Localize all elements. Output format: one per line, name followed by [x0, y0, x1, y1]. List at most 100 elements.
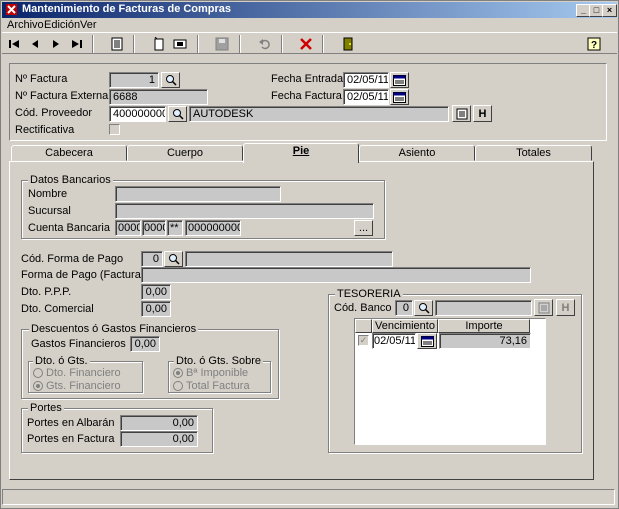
- dto-gts-title: Dto. ó Gts.: [33, 355, 90, 367]
- title-bar[interactable]: Mantenimiento de Facturas de Compras _ □…: [2, 2, 617, 18]
- gts-financiero-radio[interactable]: [33, 381, 43, 391]
- table-row[interactable]: ✓ 02/05/11 73,16: [355, 333, 545, 349]
- list-icon: [538, 302, 549, 313]
- menu-edicion[interactable]: Edición: [44, 19, 80, 31]
- vencimiento-column-header[interactable]: Vencimiento: [372, 319, 438, 333]
- n-factura-field[interactable]: 1: [109, 72, 159, 88]
- fecha-entrada-field[interactable]: 02/05/11: [343, 72, 389, 88]
- n-factura-externa-field[interactable]: 6688: [109, 89, 208, 105]
- menu-ver[interactable]: Ver: [80, 19, 97, 31]
- cuenta-more-button[interactable]: ...: [354, 220, 373, 236]
- rectificativa-label: Rectificativa: [15, 124, 75, 136]
- total-factura-radio[interactable]: [173, 381, 183, 391]
- datos-bancarios-title: Datos Bancarios: [28, 174, 113, 186]
- delete-icon[interactable]: [296, 35, 315, 53]
- nombre-field[interactable]: [115, 186, 281, 202]
- n-factura-search-button[interactable]: [161, 72, 180, 88]
- banco-search-button[interactable]: [414, 300, 433, 316]
- previous-record-icon[interactable]: [25, 35, 44, 53]
- list-icon: [456, 108, 467, 119]
- app-icon: [6, 4, 17, 15]
- window-title: Mantenimiento de Facturas de Compras: [22, 3, 232, 15]
- cod-forma-pago-label: Cód. Forma de Pago: [21, 253, 124, 265]
- importe-column-header[interactable]: Importe: [438, 319, 530, 333]
- portes-albaran-field[interactable]: 0,00: [120, 415, 198, 431]
- cod-banco-field[interactable]: 0: [395, 300, 413, 316]
- menu-bar: Archivo Edición Ver: [2, 18, 617, 32]
- portes-factura-label: Portes en Factura: [27, 433, 115, 445]
- cod-proveedor-field[interactable]: 4000000002: [109, 106, 166, 122]
- portes-factura-field[interactable]: 0,00: [120, 431, 198, 447]
- fecha-entrada-label: Fecha Entrada: [271, 73, 344, 85]
- cuenta-oficina-field[interactable]: 0000: [142, 220, 166, 236]
- tab-cabecera[interactable]: Cabecera: [11, 145, 127, 161]
- cod-forma-pago-field[interactable]: 0: [141, 251, 163, 267]
- sucursal-field[interactable]: [115, 203, 374, 219]
- calendar-icon: [393, 74, 406, 86]
- gts-financiero-label: Gts. Financiero: [46, 380, 121, 392]
- new-record-icon[interactable]: [149, 35, 168, 53]
- cod-banco-label: Cód. Banco: [334, 302, 392, 314]
- tesoreria-title: TESORERIA: [335, 288, 403, 300]
- banco-list-button[interactable]: [534, 299, 553, 316]
- fecha-factura-label: Fecha Factura: [271, 90, 342, 102]
- dto-financiero-radio[interactable]: [33, 368, 43, 378]
- tab-totales[interactable]: Totales: [475, 145, 592, 161]
- forma-pago-factura-label: Forma de Pago (Factura): [21, 269, 145, 281]
- portes-title: Portes: [28, 402, 64, 414]
- exit-door-icon[interactable]: [338, 35, 357, 53]
- fecha-factura-calendar-button[interactable]: [390, 89, 409, 105]
- cuenta-numero-field[interactable]: 0000000000: [185, 220, 241, 236]
- proveedor-list-button[interactable]: [452, 105, 471, 122]
- banco-h-button[interactable]: H: [556, 299, 575, 316]
- search-icon: [418, 303, 430, 314]
- proveedor-nombre-field: AUTODESK: [189, 106, 449, 122]
- descuentos-title: Descuentos ó Gastos Financieros: [29, 323, 199, 335]
- help-icon[interactable]: ?: [585, 35, 604, 53]
- fecha-entrada-calendar-button[interactable]: [390, 72, 409, 88]
- cuenta-dc-field[interactable]: **: [167, 220, 183, 236]
- status-bar: [2, 489, 615, 505]
- svg-text:?: ?: [591, 40, 597, 51]
- last-record-icon[interactable]: [67, 35, 86, 53]
- row-calendar-button[interactable]: [417, 333, 437, 349]
- toolbar: ?: [2, 32, 617, 54]
- row-checkbox[interactable]: ✓: [358, 335, 369, 346]
- proveedor-search-button[interactable]: [168, 106, 187, 122]
- dto-sobre-title: Dto. ó Gts. Sobre: [174, 355, 263, 367]
- fecha-factura-field[interactable]: 02/05/11: [343, 89, 389, 105]
- base-imponible-radio[interactable]: [173, 368, 183, 378]
- toolbar-separator: [92, 35, 94, 53]
- toolbar-separator: [281, 35, 283, 53]
- rectificativa-checkbox[interactable]: [109, 124, 120, 135]
- cod-proveedor-label: Cód. Proveedor: [15, 107, 93, 119]
- n-factura-externa-label: Nº Factura Externa: [15, 90, 109, 102]
- row-importe-field[interactable]: 73,16: [439, 333, 531, 349]
- forma-pago-search-button[interactable]: [164, 251, 183, 267]
- toolbar-separator: [133, 35, 135, 53]
- tab-pie[interactable]: Pie: [243, 143, 359, 163]
- first-record-icon[interactable]: [4, 35, 23, 53]
- forma-pago-descripcion-field: [185, 251, 393, 267]
- next-record-icon[interactable]: [46, 35, 65, 53]
- gastos-financieros-field[interactable]: 0,00: [130, 336, 160, 352]
- tab-cuerpo[interactable]: Cuerpo: [127, 145, 243, 161]
- dto-ppp-label: Dto. P.P.P.: [21, 286, 72, 298]
- row-vencimiento-field[interactable]: 02/05/11: [372, 333, 416, 349]
- close-button[interactable]: ×: [602, 4, 617, 17]
- edit-record-icon[interactable]: [170, 35, 189, 53]
- dto-financiero-label: Dto. Financiero: [46, 367, 121, 379]
- save-icon[interactable]: [212, 35, 231, 53]
- dto-comercial-field[interactable]: 0,00: [141, 301, 171, 317]
- undo-icon[interactable]: [255, 35, 274, 53]
- calendar-icon: [420, 335, 434, 347]
- tab-asiento[interactable]: Asiento: [359, 145, 475, 161]
- proveedor-h-button[interactable]: H: [473, 105, 492, 122]
- sucursal-label: Sucursal: [28, 205, 71, 217]
- list-icon[interactable]: [107, 35, 126, 53]
- forma-pago-factura-field[interactable]: [141, 267, 531, 283]
- toolbar-separator: [239, 35, 241, 53]
- cuenta-entidad-field[interactable]: 0000: [115, 220, 141, 236]
- menu-archivo[interactable]: Archivo: [7, 19, 44, 31]
- dto-ppp-field[interactable]: 0,00: [141, 284, 171, 300]
